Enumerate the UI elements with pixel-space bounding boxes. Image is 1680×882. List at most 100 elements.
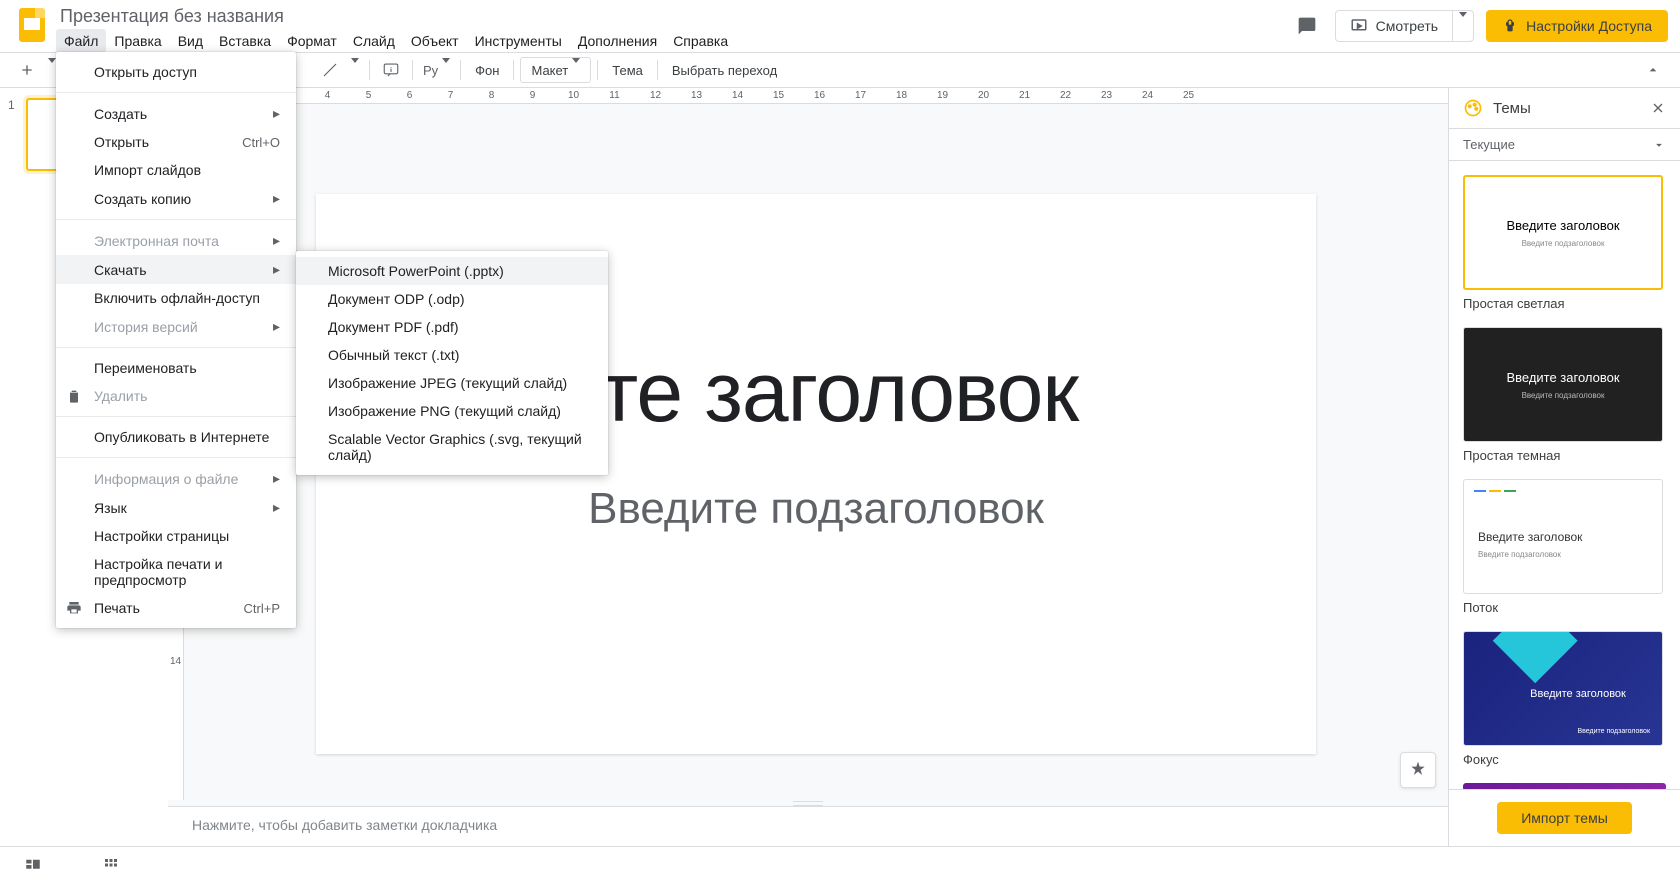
theme-focus[interactable]: Введите заголовок Введите подзаголовок [1463,631,1663,746]
menu-delete: Удалить [56,382,296,410]
present-dropdown[interactable] [1452,11,1473,41]
slides-logo[interactable] [12,4,52,42]
print-icon [66,600,94,616]
separator [369,60,370,80]
theme-label: Фокус [1463,752,1666,767]
menu-file-info: Информация о файле▸ [56,464,296,493]
ruler-horizontal: 1234567891011121314151617181920212223242… [168,88,1448,104]
menu-object[interactable]: Объект [403,29,467,53]
share-button[interactable]: Настройки Доступа [1486,10,1668,42]
theme-preview-title: Введите заголовок [1530,688,1626,700]
share-label: Настройки Доступа [1526,18,1652,34]
menu-rename[interactable]: Переименовать [56,354,296,382]
download-odp[interactable]: Документ ODP (.odp) [296,285,608,313]
theme-preview-sub: Введите подзаголовок [1522,239,1605,248]
download-svg[interactable]: Scalable Vector Graphics (.svg, текущий … [296,425,608,469]
theme-simple-dark[interactable]: Введите заголовок Введите подзаголовок [1463,327,1663,442]
collapse-toolbar[interactable] [1638,56,1668,84]
separator [56,416,296,417]
import-theme-button[interactable]: Импорт темы [1497,802,1632,834]
theme-stream[interactable]: Введите заголовок Введите подзаголовок [1463,479,1663,594]
menu-format[interactable]: Формат [279,29,345,53]
separator [56,219,296,220]
theme-label: Поток [1463,600,1666,615]
separator [56,457,296,458]
present-button[interactable]: Смотреть [1336,11,1452,41]
explore-button[interactable] [1400,752,1436,788]
themes-panel: Темы Текущие Введите заголовок Введите п… [1448,88,1680,846]
menu-addons[interactable]: Дополнения [570,29,665,53]
separator [597,60,598,80]
separator [513,60,514,80]
menu-language[interactable]: Язык▸ [56,493,296,522]
separator [56,347,296,348]
theme-preview-title: Введите заголовок [1506,370,1619,385]
menu-history: История версий▸ [56,312,296,341]
menu-import-slides[interactable]: Импорт слайдов [56,156,296,184]
present-label: Смотреть [1376,18,1438,34]
comments-icon[interactable] [1291,10,1323,42]
slide-subtitle-placeholder[interactable]: Введите подзаголовок [316,484,1316,534]
current-theme-toggle[interactable]: Текущие [1449,128,1680,161]
slide-number: 1 [8,98,20,171]
theme-preview-title: Введите заголовок [1478,530,1582,544]
comment-tool[interactable] [376,56,406,84]
download-png[interactable]: Изображение PNG (текущий слайд) [296,397,608,425]
menu-open-access[interactable]: Открыть доступ [56,58,296,86]
theme-label: Простая светлая [1463,296,1666,311]
trash-icon [66,388,94,404]
download-jpeg[interactable]: Изображение JPEG (текущий слайд) [296,369,608,397]
line-dropdown[interactable] [347,56,363,84]
new-slide-button[interactable] [12,56,42,84]
menu-page-setup[interactable]: Настройки страницы [56,522,296,550]
download-submenu: Microsoft PowerPoint (.pptx) Документ OD… [296,251,608,475]
menu-view[interactable]: Вид [170,29,211,53]
download-pdf[interactable]: Документ PDF (.pdf) [296,313,608,341]
theme-preview-sub: Введите подзаголовок [1522,391,1605,400]
theme-label: Простая темная [1463,448,1666,463]
current-label: Текущие [1463,137,1515,152]
bottom-bar [0,846,1680,882]
menu-help[interactable]: Справка [665,29,736,53]
layout-button[interactable]: Макет [520,57,591,83]
separator [56,92,296,93]
separator [412,60,413,80]
theme-button[interactable]: Тема [604,63,651,78]
menu-publish[interactable]: Опубликовать в Интернете [56,423,296,451]
speaker-notes[interactable]: Нажмите, чтобы добавить заметки докладчи… [168,806,1448,846]
file-menu-dropdown: Открыть доступ Создать▸ ОткрытьCtrl+O Им… [56,52,296,628]
download-pptx[interactable]: Microsoft PowerPoint (.pptx) [296,257,608,285]
transition-button[interactable]: Выбрать переход [664,63,785,78]
line-tool[interactable] [315,56,345,84]
menu-email: Электронная почта▸ [56,226,296,255]
themes-title: Темы [1493,100,1640,117]
theme-preview-title: Введите заголовок [1506,218,1619,233]
filmstrip-view-icon[interactable] [24,856,42,874]
separator [657,60,658,80]
menu-tools[interactable]: Инструменты [467,29,570,53]
menu-open[interactable]: ОткрытьCtrl+O [56,128,296,156]
transition-style[interactable]: Py [419,56,454,84]
menubar: Файл Правка Вид Вставка Формат Слайд Объ… [52,29,1291,53]
menu-insert[interactable]: Вставка [211,29,279,53]
separator [460,60,461,80]
menu-file[interactable]: Файл [56,29,106,53]
grid-view-icon[interactable] [102,856,120,874]
theme-preview-sub: Введите подзаголовок [1478,550,1561,559]
background-button[interactable]: Фон [467,63,507,78]
menu-make-copy[interactable]: Создать копию▸ [56,184,296,213]
menu-edit[interactable]: Правка [106,29,169,53]
menu-print[interactable]: ПечатьCtrl+P [56,594,296,622]
palette-icon [1463,98,1483,118]
menu-offline[interactable]: Включить офлайн-доступ [56,284,296,312]
theme-preview-sub: Введите подзаголовок [1577,728,1650,735]
download-txt[interactable]: Обычный текст (.txt) [296,341,608,369]
menu-download[interactable]: Скачать▸ [56,255,296,284]
menu-slide[interactable]: Слайд [345,29,403,53]
theme-simple-light[interactable]: Введите заголовок Введите подзаголовок [1463,175,1663,290]
menu-create[interactable]: Создать▸ [56,99,296,128]
close-themes-button[interactable] [1650,100,1666,116]
doc-title[interactable]: Презентация без названия [52,4,1291,29]
chevron-down-icon [1652,138,1666,152]
menu-print-preview[interactable]: Настройка печати и предпросмотр [56,550,296,594]
